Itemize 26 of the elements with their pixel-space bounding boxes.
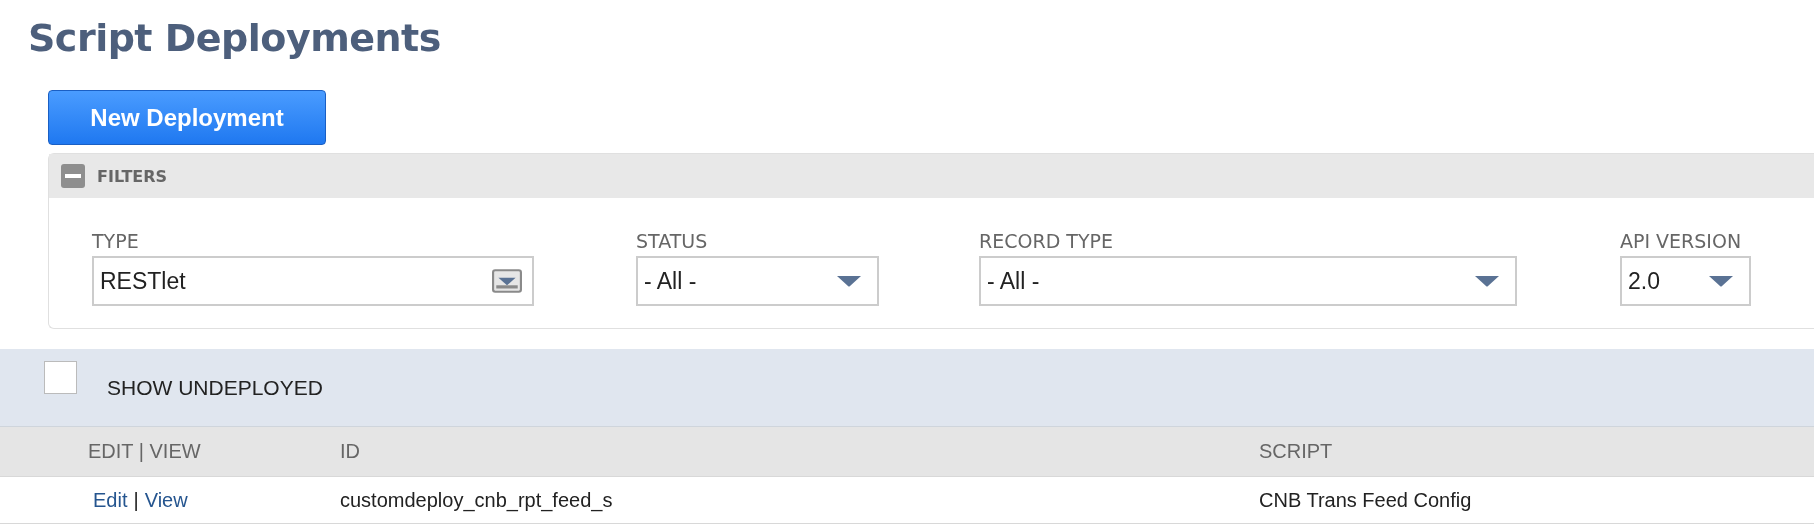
filters-header[interactable]: FILTERS bbox=[49, 154, 1814, 198]
checkbox[interactable] bbox=[44, 361, 77, 394]
column-header: EDIT | VIEW bbox=[87, 440, 202, 463]
field-label: STATUS bbox=[636, 230, 709, 252]
dropdown-arrow-icon[interactable] bbox=[1475, 275, 1499, 287]
page-title: Script Deployments bbox=[27, 15, 442, 62]
filters-title: FILTERS bbox=[97, 166, 168, 186]
list-picker-icon[interactable] bbox=[492, 269, 522, 293]
select-field[interactable]: 2.0 bbox=[1620, 256, 1751, 306]
field-label: RECORD TYPE bbox=[979, 230, 1114, 252]
action-link[interactable]: Edit bbox=[93, 488, 128, 511]
separator: | bbox=[133, 488, 139, 511]
table-cell: CNB Trans Feed Config bbox=[1259, 488, 1472, 512]
select-field[interactable]: RESTlet bbox=[92, 256, 534, 306]
dropdown-arrow-icon[interactable] bbox=[1709, 275, 1733, 287]
checkbox-label: SHOW UNDEPLOYED bbox=[107, 375, 323, 400]
field-label: TYPE bbox=[92, 230, 140, 252]
action-link[interactable]: View bbox=[144, 488, 188, 511]
column-header: SCRIPT bbox=[1259, 440, 1333, 463]
dropdown-arrow-icon[interactable] bbox=[837, 275, 861, 287]
field-label: API VERSION bbox=[1620, 230, 1743, 252]
table-cell-text: customdeploy_cnb_rpt_feed_s bbox=[340, 488, 614, 512]
collapse-icon[interactable] bbox=[61, 164, 85, 188]
select-field[interactable]: - All - bbox=[636, 256, 879, 306]
column-header: ID bbox=[340, 440, 361, 463]
select-field[interactable]: - All - bbox=[979, 256, 1517, 306]
